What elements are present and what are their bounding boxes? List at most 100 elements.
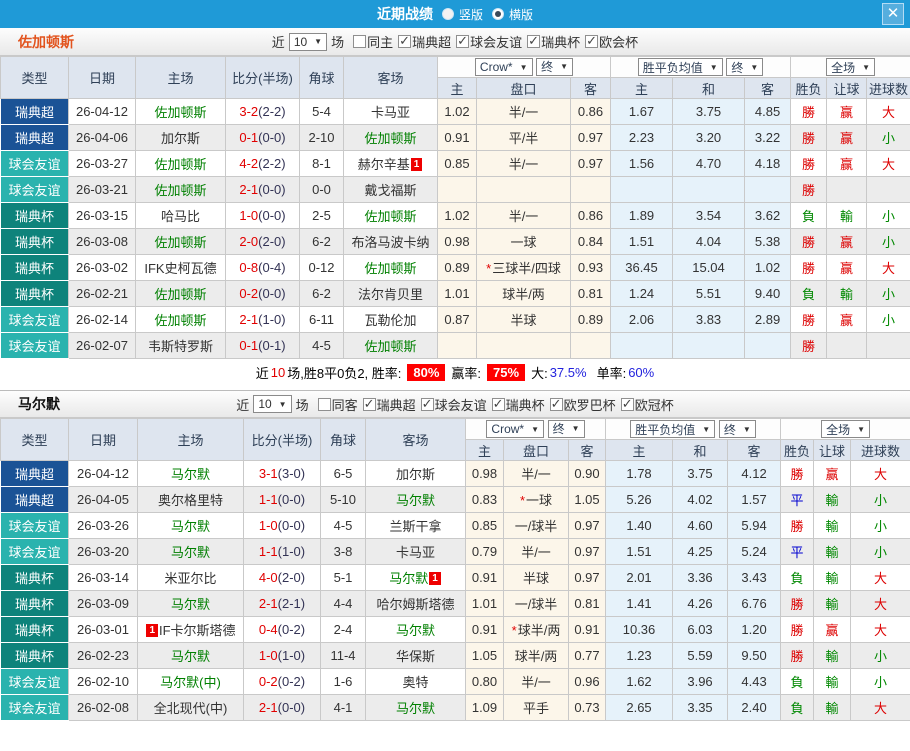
odds-away-cell [569, 332, 612, 359]
checkbox-checked-icon[interactable] [420, 396, 434, 412]
home-team-cell: 加尔斯 [135, 124, 226, 151]
league-type-cell: 球会友谊 [0, 306, 69, 333]
filter-checkbox-欧会杯[interactable]: 欧会杯 [585, 32, 638, 51]
checkbox-unchecked-icon[interactable] [353, 35, 367, 48]
away-team-cell: 布洛马波卡纳 [343, 228, 438, 255]
handicap-cell [476, 176, 571, 203]
checkbox-checked-icon[interactable] [527, 33, 541, 49]
filter-checkbox-同客[interactable]: 同客 [317, 395, 358, 414]
filter-checkbox-欧冠杯[interactable]: 欧冠杯 [620, 395, 674, 414]
date-cell: 26-03-26 [68, 512, 138, 539]
checkbox-checked-icon[interactable] [491, 396, 505, 412]
mean-stage-select[interactable]: 终 ▼ [726, 58, 764, 76]
filter-checkbox-瑞典超[interactable]: 瑞典超 [362, 395, 416, 414]
vertical-layout-radio[interactable] [441, 8, 454, 20]
home-team-name: 奥尔格里特 [157, 493, 223, 508]
score-cell: 4-2(2-2) [225, 150, 300, 177]
home-team-name: 加尔斯 [160, 131, 200, 146]
filter-checkbox-瑞典超[interactable]: 瑞典超 [398, 32, 451, 51]
filter-checkbox-球会友谊[interactable]: 球会友谊 [420, 395, 487, 414]
corner-cell: 4-1 [320, 694, 366, 721]
odds-home-cell: 0.89 [437, 254, 477, 281]
odds-stage-select[interactable]: 终 ▼ [547, 419, 585, 438]
corner-cell: 11-4 [320, 642, 366, 669]
mean-draw-cell: 4.25 [672, 538, 729, 565]
checkbox-unchecked-icon[interactable] [317, 397, 331, 411]
filter-checkbox-瑞典杯[interactable]: 瑞典杯 [527, 32, 580, 51]
checkbox-checked-icon[interactable] [549, 396, 563, 412]
result-goals-cell: 大 [850, 460, 910, 487]
handicap-cell: 一/球半 [503, 590, 569, 617]
corner-cell: 6-5 [320, 460, 366, 487]
result-goals-cell: 大 [866, 254, 910, 281]
away-team-cell: 卡马亚 [343, 98, 438, 125]
checkbox-checked-icon[interactable] [362, 396, 376, 412]
horizontal-layout-radio[interactable] [492, 8, 504, 20]
col-header-away: 客场 [365, 418, 466, 461]
mean-away-cell: 3.43 [727, 564, 782, 591]
home-team-cell: 全北现代(中) [137, 694, 244, 721]
handicap-cell: 一球 [476, 228, 571, 255]
mean-type-select[interactable]: 胜平负均值 ▼ [637, 58, 723, 76]
checkbox-checked-icon[interactable] [585, 33, 599, 49]
mean-type-select[interactable]: 胜平负均值 ▼ [630, 420, 716, 438]
mean-away-cell: 4.85 [744, 98, 792, 125]
league-type-cell: 瑞典超 [0, 460, 69, 487]
corner-cell: 4-5 [299, 332, 344, 359]
odds-source-select[interactable]: Crow* ▼ [474, 58, 533, 77]
match-row: 瑞典杯 26-03-14 米亚尔比 4-0(2-0) 5-1 马尔默 1 0.91 半球 0.97… [0, 564, 910, 591]
away-team-cell: 佐加顿斯 [343, 254, 438, 281]
filter-checkbox-同主[interactable]: 同主 [353, 32, 393, 51]
full-match-select[interactable]: 全场 ▼ [821, 420, 871, 438]
checkbox-checked-icon[interactable] [398, 33, 412, 49]
handicap-cell: 平手 [503, 694, 569, 721]
result-wdl-cell: 平 [780, 486, 815, 513]
games-label: 场 [295, 397, 309, 413]
team1-name: 佐加顿斯 [18, 33, 74, 50]
result-goals-cell: 大 [850, 590, 910, 617]
league-type-cell: 球会友谊 [0, 150, 69, 177]
team2-filter: 近 10 ▼ 场 同客 瑞典超 球会友谊 瑞典杯 欧罗巴杯 欧冠杯 [236, 395, 674, 414]
away-team-name: 佐加顿斯 [364, 261, 417, 276]
home-team-cell: 佐加顿斯 [135, 150, 226, 177]
home-team-cell: 奥尔格里特 [137, 486, 244, 513]
checkbox-checked-icon[interactable] [456, 33, 470, 49]
checkbox-checked-icon[interactable] [620, 396, 634, 412]
chevron-down-icon: ▼ [709, 62, 718, 72]
away-team-cell: 佐加顿斯 [343, 332, 438, 359]
result-goals-cell: 小 [866, 280, 910, 307]
mean-away-cell: 5.24 [727, 538, 782, 565]
league-type-cell: 球会友谊 [0, 668, 69, 695]
away-team-cell: 马尔默 [365, 486, 466, 513]
games-count-select[interactable]: 10 ▼ [288, 32, 328, 51]
section-bar-team1: 佐加顿斯 近 10 ▼ 场 同主 瑞典超 球会友谊 瑞典杯 欧会杯 [0, 28, 910, 56]
games-count-select[interactable]: 10 ▼ [253, 395, 292, 413]
team2-league-checkboxes: 同客 瑞典超 球会友谊 瑞典杯 欧罗巴杯 欧冠杯 [313, 395, 674, 414]
close-icon[interactable]: ✕ [882, 3, 904, 25]
odds-away-cell: 0.97 [569, 150, 612, 177]
away-team-name: 哈尔姆斯塔德 [376, 597, 455, 612]
half-score: (2-0) [277, 570, 306, 585]
half-score: (0-0) [258, 182, 286, 197]
away-team-name: 赫尔辛基 [357, 157, 410, 172]
result-handicap-cell: 赢 [826, 254, 868, 281]
score-cell: 1-0(0-0) [243, 512, 321, 539]
odds-away-cell: 0.91 [567, 616, 607, 643]
horizontal-layout-label[interactable]: 横版 [509, 6, 533, 23]
vertical-layout-label[interactable]: 竖版 [459, 6, 483, 23]
result-wdl-cell: 負 [790, 202, 828, 229]
result-wdl-cell: 勝 [790, 124, 828, 151]
home-team-cell: 马尔默 [137, 512, 244, 539]
result-handicap-cell: 輸 [813, 512, 852, 539]
half-score: (0-0) [277, 700, 306, 715]
full-match-select[interactable]: 全场 ▼ [826, 58, 876, 76]
odds-source-select[interactable]: Crow* ▼ [486, 420, 545, 439]
odds-away-cell: 0.97 [569, 124, 612, 151]
col-header-odds-home: 主 [465, 439, 504, 461]
filter-checkbox-球会友谊[interactable]: 球会友谊 [456, 32, 522, 51]
away-team-name: 卡马亚 [395, 545, 435, 560]
odds-stage-select[interactable]: 终 ▼ [536, 57, 574, 76]
filter-checkbox-欧罗巴杯[interactable]: 欧罗巴杯 [549, 395, 616, 414]
filter-checkbox-瑞典杯[interactable]: 瑞典杯 [491, 395, 545, 414]
mean-stage-select[interactable]: 终 ▼ [718, 420, 756, 438]
